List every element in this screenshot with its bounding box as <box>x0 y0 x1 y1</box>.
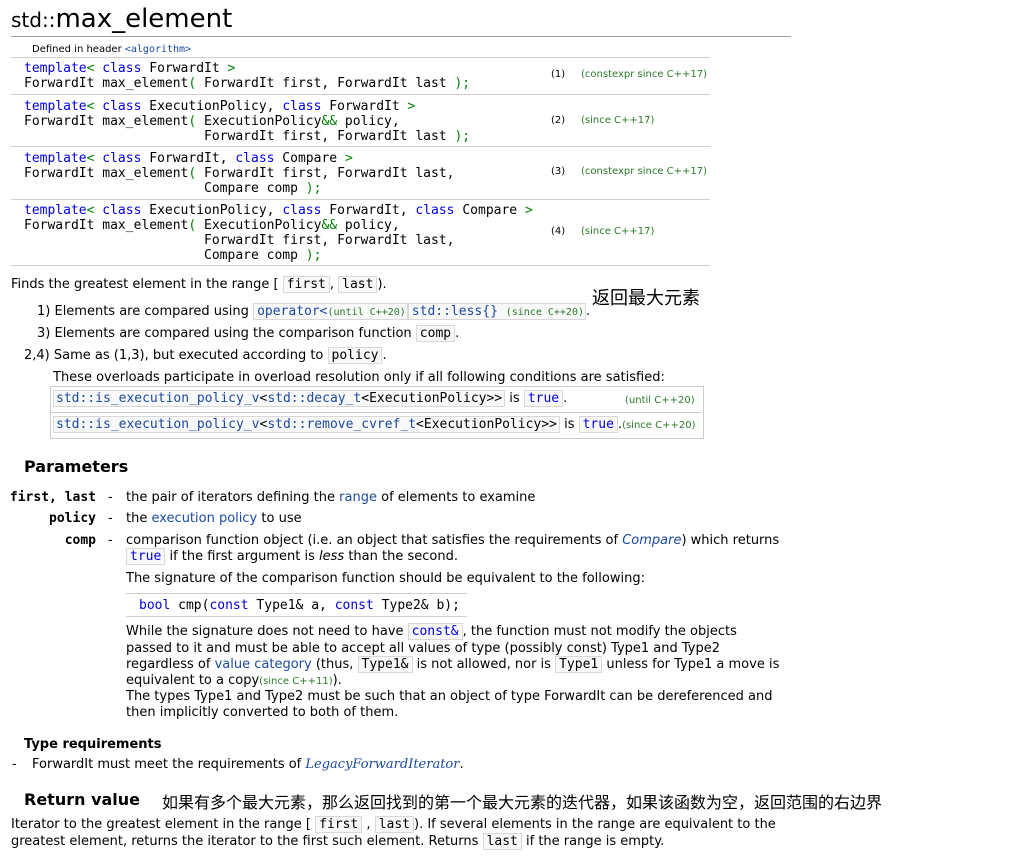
comp-code: comp <box>415 325 456 342</box>
header-label: Defined in header <box>32 44 125 55</box>
overload-1-signature: template< class ForwardIt > ForwardIt ma… <box>24 61 471 91</box>
condition-2-version: (since C++20) <box>622 420 696 431</box>
header-file-link[interactable]: <algorithm> <box>125 44 191 55</box>
is-execution-policy-link[interactable]: std::is_execution_policy_v <box>56 391 260 406</box>
param-comp-line-2: true if the first argument is less than … <box>126 548 458 565</box>
overload-3-version: (constexpr since C++17) <box>581 166 708 177</box>
type-requirement-forwardit: ForwardIt must meet the requirements of … <box>32 757 464 772</box>
type1-ref-code: Type1& <box>357 656 413 673</box>
true-code: true <box>578 416 618 433</box>
legacy-forward-iterator-link[interactable]: LegacyForwardIterator <box>305 757 459 772</box>
condition-1-version: (until C++20) <box>625 395 695 406</box>
compare-link[interactable]: Compare <box>622 533 681 548</box>
divider <box>11 94 710 95</box>
last-code: last <box>374 816 414 833</box>
param-dash: - <box>108 490 113 505</box>
annotation-top: 返回最大元素 <box>592 288 700 309</box>
item-1: 1) Elements are compared using operator<… <box>37 303 591 320</box>
comp-note-line-2: passed to it and must be able to accept … <box>126 641 721 656</box>
overload-2-signature: template< class ExecutionPolicy, class F… <box>24 99 471 144</box>
title-underline <box>11 36 791 37</box>
defined-in-header: Defined in header <algorithm> <box>32 44 191 55</box>
parameters-heading: Parameters <box>24 457 129 476</box>
policy-code: policy <box>327 347 383 364</box>
param-dash: - <box>108 533 113 548</box>
divider <box>11 146 710 147</box>
execution-policy-link[interactable]: execution policy <box>151 511 257 526</box>
comparison-signature: bool cmp(const Type1& a, const Type2& b)… <box>139 598 460 613</box>
overload-1-version: (constexpr since C++17) <box>581 69 708 80</box>
overload-1-number: (1) <box>551 69 566 80</box>
comp-note-line-6: then implicitly converted to both of the… <box>126 705 399 720</box>
overload-4-number: (4) <box>551 226 566 237</box>
operator-less-link[interactable]: operator< <box>257 304 327 319</box>
is-execution-policy-link[interactable]: std::is_execution_policy_v <box>56 417 260 432</box>
last-code: last <box>482 833 522 850</box>
page-title: std::max_element <box>11 4 232 34</box>
param-policy-name: policy <box>49 511 96 526</box>
divider <box>11 57 710 58</box>
first-code: first <box>315 816 363 833</box>
condition-2: std::is_execution_policy_v<std::remove_c… <box>53 416 696 433</box>
overload-3-signature: template< class ForwardIt, class Compare… <box>24 151 455 196</box>
param-first-last-name: first, last <box>9 490 96 505</box>
first-code: first <box>282 276 330 293</box>
item-2-4: 2,4) Same as (1,3), but executed accordi… <box>24 347 387 364</box>
overload-4-signature: template< class ExecutionPolicy, class F… <box>24 203 533 263</box>
comp-note-line-4: equivalent to a copy(since C++11)). <box>126 673 342 688</box>
divider <box>50 412 702 413</box>
return-value-line-2: greatest element, returns the iterator t… <box>11 833 665 850</box>
condition-1: std::is_execution_policy_v<std::decay_t<… <box>53 390 567 407</box>
overload-2-version: (since C++17) <box>581 115 655 126</box>
overload-4-version: (since C++17) <box>581 226 655 237</box>
param-first-last-desc: the pair of iterators defining the range… <box>126 490 536 505</box>
overload-note: These overloads participate in overload … <box>53 370 665 385</box>
range-link[interactable]: range <box>339 490 377 505</box>
std-less-link[interactable]: std::less{} <box>412 304 498 319</box>
comp-note-line-5: The types Type1 and Type2 must be such t… <box>126 689 773 704</box>
type1-code: Type1 <box>555 656 603 673</box>
divider <box>126 593 467 594</box>
last-code: last <box>338 276 378 293</box>
intro-text: Finds the greatest element in the range … <box>11 276 387 293</box>
param-comp-line-1: comparison function object (i.e. an obje… <box>126 533 780 548</box>
return-value-line-1: Iterator to the greatest element in the … <box>11 816 776 833</box>
true-code: true <box>126 548 166 565</box>
divider <box>126 616 467 617</box>
const-ref-code: const& <box>407 623 463 640</box>
overload-3-number: (3) <box>551 166 566 177</box>
type-requirements-heading: Type requirements <box>24 737 162 752</box>
return-value-heading: Return value <box>24 790 141 809</box>
title-prefix: std:: <box>11 8 56 32</box>
divider <box>11 265 710 266</box>
return-value-annotation: 如果有多个最大元素，那么返回找到的第一个最大元素的迭代器，如果该函数为空，返回范… <box>162 793 883 812</box>
true-code: true <box>523 390 564 407</box>
value-category-link[interactable]: value category <box>215 657 312 672</box>
divider <box>11 199 710 200</box>
param-comp-name: comp <box>64 533 96 548</box>
overload-2-number: (2) <box>551 115 566 126</box>
title-name: max_element <box>55 4 233 34</box>
item-3: 3) Elements are compared using the compa… <box>37 325 460 342</box>
param-policy-desc: the execution policy to use <box>126 511 302 526</box>
remove-cvref-t-link[interactable]: std::remove_cvref_t <box>267 417 416 432</box>
comp-note-line-3: regardless of value category (thus, Type… <box>126 656 780 673</box>
param-dash: - <box>108 511 113 526</box>
comp-note-line-1: While the signature does not need to hav… <box>126 623 737 640</box>
signature-intro: The signature of the comparison function… <box>126 571 645 586</box>
type-requirement-dash: - <box>12 757 17 772</box>
decay-t-link[interactable]: std::decay_t <box>267 391 361 406</box>
